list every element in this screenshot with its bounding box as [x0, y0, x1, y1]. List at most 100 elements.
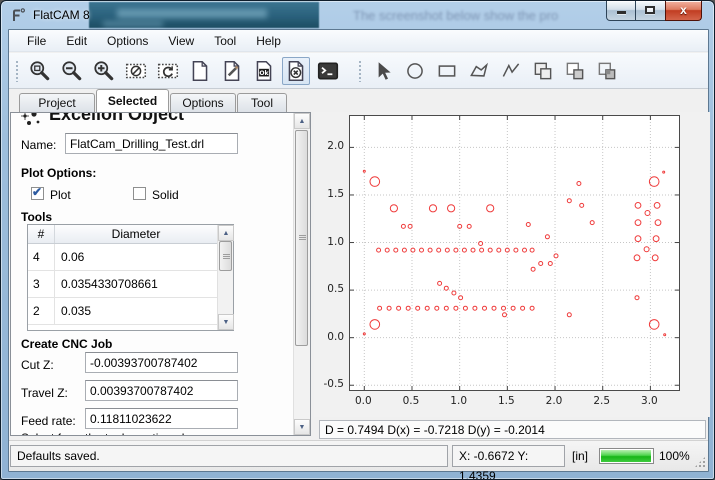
intersect-button[interactable]	[593, 57, 621, 85]
table-row[interactable]: 2 0.035	[28, 298, 217, 325]
draw-rectangle-button[interactable]	[433, 57, 461, 85]
select-tool-button[interactable]	[369, 57, 397, 85]
solid-checkbox[interactable]	[133, 187, 146, 200]
feedrate-input[interactable]	[85, 408, 238, 429]
drill-marker	[634, 255, 640, 261]
delete-object-button[interactable]	[282, 57, 310, 85]
table-scrollbar[interactable]: ▲ ▼	[217, 225, 233, 330]
menu-options[interactable]: Options	[97, 31, 158, 51]
drill-marker	[385, 248, 389, 252]
new-file-icon	[188, 59, 212, 83]
toolbar-handle[interactable]	[15, 60, 20, 82]
drill-marker	[483, 306, 487, 310]
drill-marker	[416, 306, 420, 310]
maximize-button[interactable]	[636, 1, 665, 21]
titlebar[interactable]: The screenshot below show the pro FlatCA…	[1, 1, 714, 29]
drill-marker	[437, 248, 441, 252]
toolbar-handle[interactable]	[358, 60, 363, 82]
object-header: Excellon Object	[17, 113, 277, 128]
drill-marker	[497, 248, 501, 252]
cutz-input[interactable]	[85, 352, 238, 373]
clear-plot-icon	[124, 59, 148, 83]
plot-checkbox[interactable]	[31, 187, 44, 200]
edit-script-button[interactable]	[218, 57, 246, 85]
replot-button[interactable]	[154, 57, 182, 85]
drill-marker	[402, 248, 406, 252]
panel-scrollbar-thumb[interactable]	[295, 130, 308, 346]
tabbar: Project Selected Options Tool	[9, 89, 708, 112]
draw-circle-button[interactable]	[401, 57, 429, 85]
plot-checkbox-label: Plot	[50, 188, 71, 202]
drill-marker	[420, 248, 424, 252]
menu-view[interactable]: View	[158, 31, 204, 51]
zoom-fit-button[interactable]	[26, 57, 54, 85]
clear-plot-button[interactable]	[122, 57, 150, 85]
zoom-out-button[interactable]	[58, 57, 86, 85]
drill-marker	[521, 306, 525, 310]
name-input[interactable]	[65, 133, 238, 154]
tab-tool[interactable]: Tool	[237, 93, 287, 112]
panel-scrollbar[interactable]: ▲ ▼	[293, 113, 310, 435]
minimize-button[interactable]	[606, 1, 636, 21]
drill-marker	[511, 306, 515, 310]
drill-marker	[428, 248, 432, 252]
tab-selected[interactable]: Selected	[96, 89, 169, 112]
drill-marker	[370, 177, 380, 187]
flatcam-window: The screenshot below show the pro FlatCA…	[0, 0, 715, 480]
drill-marker	[654, 203, 660, 209]
table-row[interactable]: 4 0.06	[28, 244, 217, 271]
menu-file[interactable]: File	[17, 31, 56, 51]
new-file-button[interactable]	[186, 57, 214, 85]
zoom-in-button[interactable]	[90, 57, 118, 85]
run-script-ok-icon: Ok	[252, 59, 276, 83]
resize-grip[interactable]	[694, 456, 706, 468]
union-icon	[531, 59, 555, 83]
draw-path-button[interactable]	[497, 57, 525, 85]
menubar: File Edit Options View Tool Help	[9, 30, 708, 52]
column-header-diameter[interactable]: Diameter	[55, 225, 217, 243]
scroll-up-arrow[interactable]: ▲	[294, 113, 310, 129]
drill-marker	[463, 306, 467, 310]
scroll-down-arrow[interactable]: ▼	[294, 419, 310, 435]
titlebar-background-text: The screenshot below show the pro	[353, 8, 558, 23]
run-script-ok-button[interactable]: Ok	[250, 57, 278, 85]
close-button[interactable]: x	[665, 1, 702, 21]
table-scrollbar-thumb[interactable]	[219, 241, 232, 271]
draw-polygon-button[interactable]	[465, 57, 493, 85]
tab-options[interactable]: Options	[170, 93, 236, 112]
drill-marker	[401, 224, 405, 228]
replot-icon	[156, 59, 180, 83]
zoom-in-icon	[92, 59, 116, 83]
menu-edit[interactable]: Edit	[56, 31, 97, 51]
tab-project[interactable]: Project	[19, 93, 95, 112]
x-tick-label: 0.5	[396, 395, 426, 407]
scroll-down-arrow[interactable]: ▼	[218, 314, 234, 330]
zoom-out-icon	[60, 59, 84, 83]
distance-readout: D = 0.7494 D(x) = -0.7218 D(y) = -0.2014	[319, 420, 706, 439]
y-tick-label: 1.5	[314, 188, 344, 200]
statusbar: Defaults saved. X: -0.6672 Y: 1.4359 [in…	[9, 440, 708, 471]
progress-fill	[601, 450, 651, 462]
plot-area[interactable]	[349, 115, 680, 391]
subtract-button[interactable]	[561, 57, 589, 85]
drill-marker	[462, 248, 466, 252]
drill-marker	[580, 203, 584, 207]
flatcam-logo-icon	[10, 7, 27, 24]
drill-marker	[590, 221, 594, 225]
menu-tool[interactable]: Tool	[204, 31, 246, 51]
union-button[interactable]	[529, 57, 557, 85]
mouse-coordinates: X: -0.6672 Y: 1.4359	[452, 445, 565, 467]
travelz-input[interactable]	[85, 380, 238, 401]
menu-help[interactable]: Help	[246, 31, 291, 51]
scroll-up-arrow[interactable]: ▲	[218, 225, 234, 241]
table-row[interactable]: 3 0.0354330708661	[28, 271, 217, 298]
column-header-number[interactable]: #	[28, 225, 55, 243]
drill-marker	[397, 306, 401, 310]
client-area: File Edit Options View Tool Help	[8, 29, 709, 472]
distance-readout-text: D = 0.7494 D(x) = -0.7218 D(y) = -0.2014	[325, 423, 545, 437]
x-tick-label: 2.5	[587, 395, 617, 407]
selected-object-panel: Excellon Object Name: Plot Options: Plot…	[10, 112, 311, 436]
shell-button[interactable]	[314, 57, 342, 85]
drill-marker	[635, 203, 641, 209]
drill-marker	[548, 262, 552, 266]
